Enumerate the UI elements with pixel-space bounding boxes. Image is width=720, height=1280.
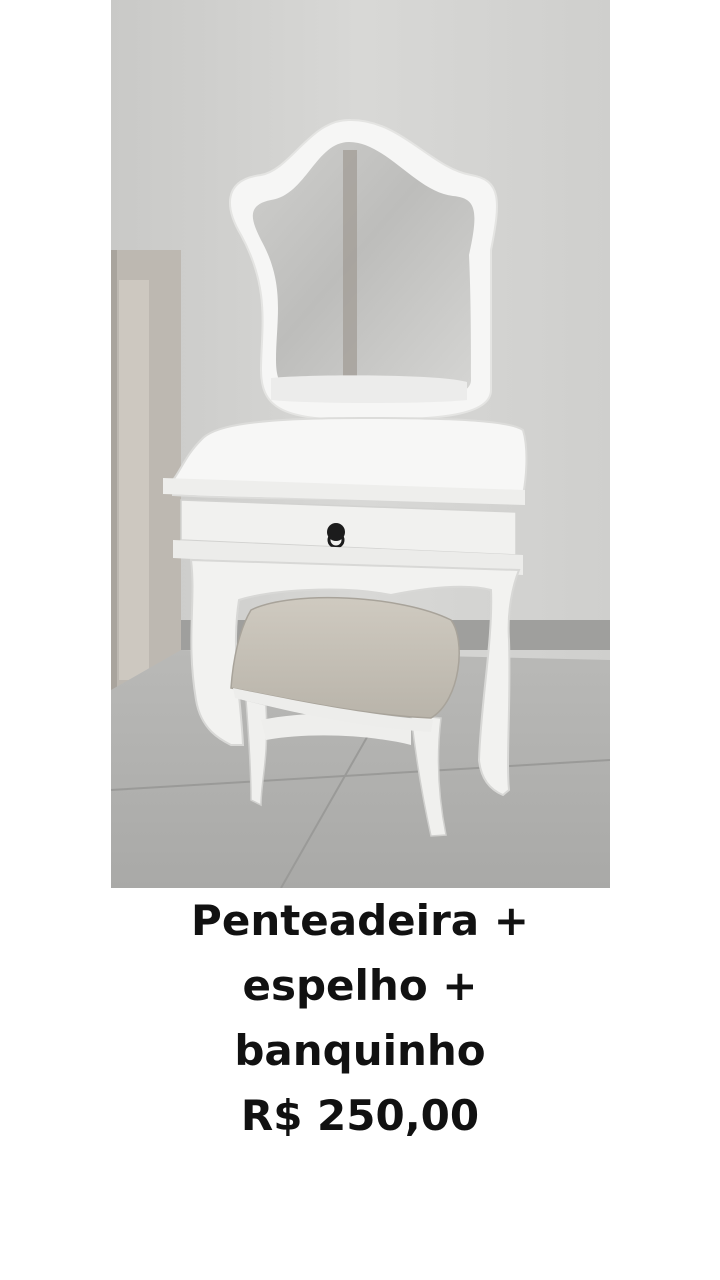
listing-title-line-2: espelho + — [242, 961, 478, 1010]
listing-caption: Penteadeira + espelho + banquinho R$ 250… — [0, 888, 720, 1148]
listing-title-line-1: Penteadeira + — [191, 896, 529, 945]
listing-title-line-3: banquinho — [234, 1026, 486, 1075]
listing-price: R$ 250,00 — [240, 1091, 480, 1140]
product-photo — [111, 0, 610, 888]
